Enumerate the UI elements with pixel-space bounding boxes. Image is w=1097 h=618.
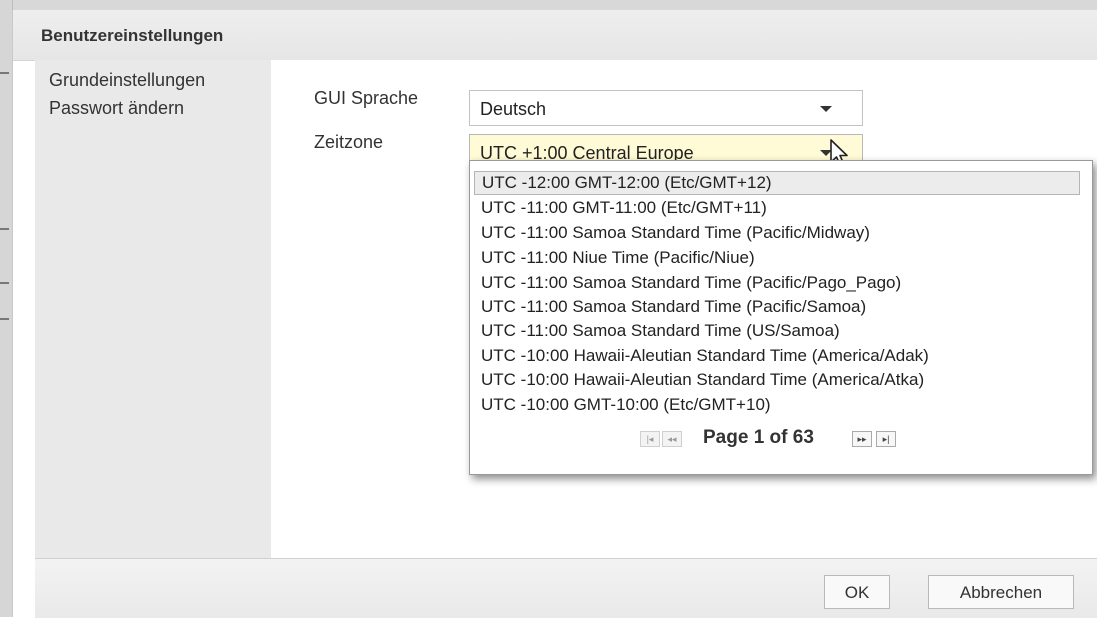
prev-page-icon[interactable]: ◂◂	[662, 431, 682, 447]
timezone-option[interactable]: UTC -11:00 Samoa Standard Time (Pacific/…	[474, 221, 1080, 245]
gui-language-value: Deutsch	[480, 99, 547, 119]
timezone-label: Zeitzone	[314, 132, 384, 152]
dialog-title: Benutzereinstellungen	[41, 26, 224, 45]
timezone-option[interactable]: UTC -11:00 Niue Time (Pacific/Niue)	[474, 246, 1080, 270]
timezone-option[interactable]: UTC -10:00 Hawaii-Aleutian Standard Time…	[474, 368, 1080, 392]
timezone-option[interactable]: UTC -12:00 GMT-12:00 (Etc/GMT+12)	[474, 171, 1080, 195]
timezone-option[interactable]: UTC -11:00 Samoa Standard Time (US/Samoa…	[474, 319, 1080, 343]
cancel-button[interactable]: Abbrechen	[928, 575, 1074, 609]
background-divider	[0, 318, 9, 320]
gui-language-label: GUI Sprache	[314, 88, 419, 108]
first-page-icon[interactable]: |◂	[640, 431, 660, 447]
settings-sidebar: Grundeinstellungen Passwort ändern	[35, 60, 271, 558]
background-divider	[0, 72, 9, 74]
dialog-header: Benutzereinstellungen	[13, 10, 1097, 61]
timezone-option[interactable]: UTC -11:00 Samoa Standard Time (Pacific/…	[474, 271, 1080, 295]
page-indicator: Page 1 of 63	[703, 427, 814, 448]
timezone-option[interactable]: UTC -10:00 Hawaii-Aleutian Standard Time…	[474, 344, 1080, 368]
timezone-option[interactable]: UTC -10:00 GMT-10:00 (Etc/GMT+10)	[474, 393, 1080, 417]
next-page-icon[interactable]: ▸▸	[852, 431, 872, 447]
timezone-option[interactable]: UTC -11:00 GMT-11:00 (Etc/GMT+11)	[474, 196, 1080, 220]
background-divider	[0, 228, 9, 230]
user-settings-dialog: Benutzereinstellungen Grundeinstellungen…	[12, 10, 1097, 618]
background-divider	[0, 282, 9, 284]
gui-language-select[interactable]: Deutsch	[469, 90, 863, 126]
sidebar-item-basic-settings[interactable]: Grundeinstellungen	[49, 70, 205, 91]
dropdown-pager: |◂ ◂◂ Page 1 of 63 ▸▸ ▸|	[470, 425, 1092, 455]
timezone-option[interactable]: UTC -11:00 Samoa Standard Time (Pacific/…	[474, 295, 1080, 319]
sidebar-item-change-password[interactable]: Passwort ändern	[49, 98, 184, 119]
dialog-footer: OK Abbrechen	[35, 558, 1097, 618]
chevron-down-icon[interactable]	[820, 106, 832, 112]
ok-button[interactable]: OK	[824, 575, 890, 609]
timezone-dropdown-list: UTC -12:00 GMT-12:00 (Etc/GMT+12) UTC -1…	[469, 160, 1093, 475]
last-page-icon[interactable]: ▸|	[876, 431, 896, 447]
